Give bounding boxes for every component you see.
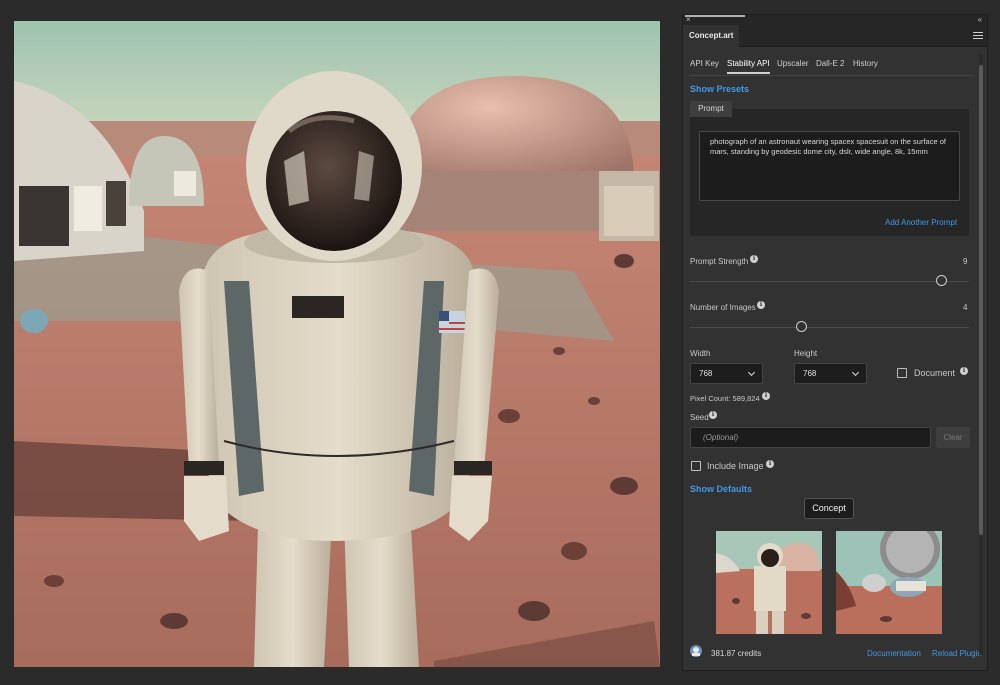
nav-divider bbox=[689, 75, 973, 76]
astronaut-artwork-image bbox=[14, 21, 660, 667]
documentation-link[interactable]: Documentation bbox=[867, 649, 921, 658]
pixel-count-label: Pixel Count: 589,824 bbox=[690, 394, 760, 403]
concept-art-panel: × ‹‹ Concept.art API Key Stability API U… bbox=[682, 14, 988, 671]
tab-upscaler[interactable]: Upscaler bbox=[777, 57, 809, 71]
chevron-down-icon bbox=[747, 368, 756, 377]
tab-dall-e-2[interactable]: Dall-E 2 bbox=[816, 57, 844, 71]
prompt-tab[interactable]: Prompt bbox=[690, 101, 732, 117]
number-of-images-label: Number of Images bbox=[690, 303, 756, 312]
tab-history[interactable]: History bbox=[853, 57, 878, 71]
result-thumbnail-2[interactable] bbox=[836, 531, 942, 634]
scrollbar-thumb[interactable] bbox=[979, 65, 983, 535]
show-defaults-link[interactable]: Show Defaults bbox=[690, 484, 752, 494]
pixel-count-info-icon[interactable]: i bbox=[762, 392, 770, 400]
height-label: Height bbox=[794, 349, 818, 358]
hamburger-menu-icon[interactable] bbox=[973, 30, 983, 40]
document-checkbox[interactable] bbox=[897, 368, 907, 378]
show-presets-link[interactable]: Show Presets bbox=[690, 84, 749, 94]
reload-plugin-link[interactable]: Reload Plugin bbox=[932, 649, 982, 658]
astronaut-thumbnail-image bbox=[716, 531, 822, 634]
prompt-strength-info-icon[interactable]: i bbox=[750, 255, 758, 263]
width-select-value: 768 bbox=[699, 369, 713, 378]
credits-balance: 381.87 credits bbox=[711, 649, 762, 658]
include-image-label: Include Image bbox=[707, 461, 764, 471]
titlebar-accent-line bbox=[685, 15, 745, 17]
height-select-value: 768 bbox=[803, 369, 817, 378]
plugin-nav-tabs: API Key Stability API Upscaler Dall-E 2 … bbox=[683, 57, 987, 74]
collapse-panel-icon[interactable]: ‹‹ bbox=[978, 15, 982, 25]
mars-base-thumbnail-image bbox=[836, 531, 942, 634]
number-of-images-slider-track[interactable] bbox=[690, 327, 969, 328]
number-of-images-info-icon[interactable]: i bbox=[757, 301, 765, 309]
seed-label: Seed bbox=[690, 413, 709, 422]
panel-titlebar: × ‹‹ bbox=[683, 15, 987, 25]
chevron-down-icon bbox=[851, 368, 860, 377]
prompt-strength-value: 9 bbox=[963, 257, 968, 266]
clear-seed-button[interactable]: Clear bbox=[936, 427, 970, 448]
seed-info-icon[interactable]: i bbox=[709, 411, 717, 419]
height-select[interactable]: 768 bbox=[794, 363, 867, 384]
panel-tab-bar: Concept.art bbox=[683, 25, 987, 47]
tab-api-key[interactable]: API Key bbox=[690, 57, 719, 71]
close-icon[interactable]: × bbox=[686, 15, 691, 25]
document-info-icon[interactable]: i bbox=[960, 367, 968, 375]
add-another-prompt-link[interactable]: Add Another Prompt bbox=[885, 218, 957, 227]
prompt-strength-label: Prompt Strength bbox=[690, 257, 749, 266]
user-avatar-icon bbox=[689, 644, 703, 658]
prompt-strength-slider-thumb[interactable] bbox=[935, 275, 947, 286]
prompt-textarea[interactable]: photograph of an astronaut wearing space… bbox=[699, 131, 960, 201]
width-label: Width bbox=[690, 349, 711, 358]
seed-input[interactable]: (Optional) bbox=[690, 427, 931, 448]
number-of-images-value: 4 bbox=[963, 303, 968, 312]
document-canvas[interactable] bbox=[14, 21, 660, 667]
width-select[interactable]: 768 bbox=[690, 363, 763, 384]
panel-scrollbar[interactable] bbox=[977, 55, 985, 655]
document-label: Document bbox=[914, 368, 956, 378]
concept-button[interactable]: Concept bbox=[804, 498, 854, 519]
result-thumbnail-1[interactable] bbox=[716, 531, 822, 634]
number-of-images-slider-thumb[interactable] bbox=[796, 321, 808, 332]
panel-tab-concept-art[interactable]: Concept.art bbox=[683, 25, 740, 47]
include-image-info-icon[interactable]: i bbox=[766, 460, 774, 468]
tab-stability-api[interactable]: Stability API bbox=[727, 57, 770, 74]
prompt-strength-slider-track[interactable] bbox=[690, 281, 969, 282]
include-image-checkbox[interactable] bbox=[691, 461, 701, 471]
